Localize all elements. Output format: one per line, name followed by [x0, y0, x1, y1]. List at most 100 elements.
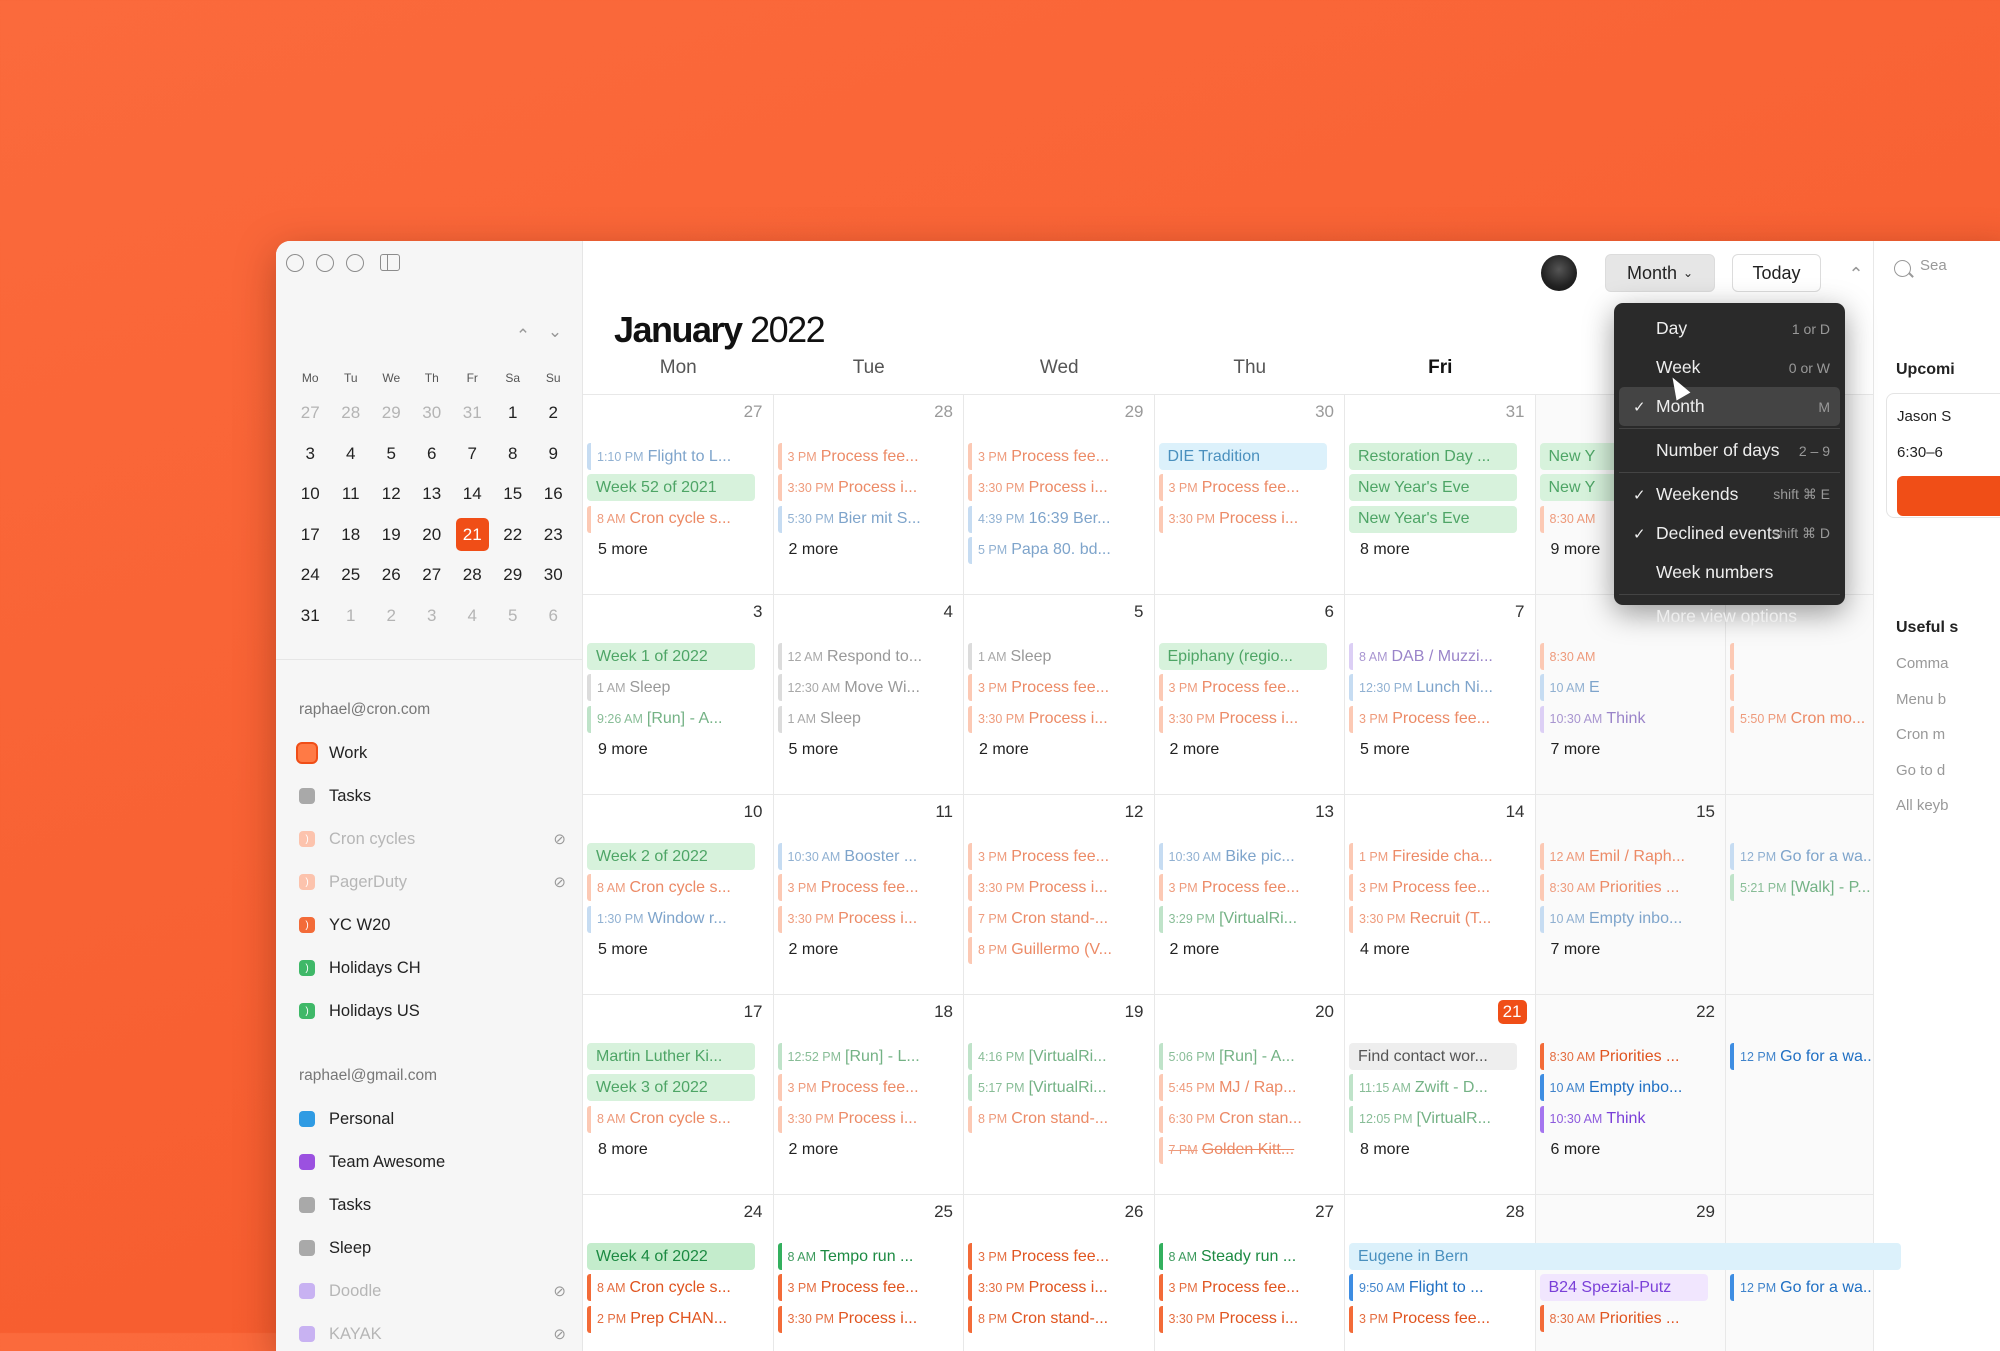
event-chip[interactable]: Week 2 of 2022 — [587, 843, 755, 870]
day-cell[interactable]: 27 1:10 PM Flight to L... Week 52 of 2021 8 … — [583, 395, 774, 594]
day-cell[interactable]: 15 12 AM Emil / Raph... 8:30 AM Priorities .… — [1535, 795, 1726, 994]
sidebar-toggle-icon[interactable] — [380, 254, 400, 271]
day-cell[interactable]: 19 4:16 PM [VirtualRi... 5:17 PM [VirtualRi.… — [964, 995, 1155, 1194]
event-chip[interactable]: 1 AM Sleep — [777, 705, 946, 733]
event-chip[interactable]: 3 PM Process fee... — [1158, 1274, 1327, 1302]
event-chip[interactable]: 1 PM Fireside cha... — [1349, 843, 1517, 870]
event-chip[interactable]: 3:29 PM [VirtualRi... — [1158, 905, 1327, 933]
mini-cal-day[interactable]: 8 — [493, 434, 534, 475]
mini-cal-day[interactable]: 30 — [533, 555, 574, 596]
hidden-eye-icon[interactable]: ⊘ — [553, 1325, 566, 1343]
more-events-link[interactable]: 5 more — [1349, 741, 1535, 759]
menu-item-day[interactable]: Day 1 or D — [1619, 309, 1840, 348]
day-cell[interactable]: 27 8 AM Steady run ... 3 PM Process fee... 3:… — [1155, 1195, 1345, 1351]
event-chip[interactable]: Week 1 of 2022 — [587, 643, 755, 670]
event-chip[interactable]: 10 AM E — [1539, 674, 1708, 702]
mini-cal-day[interactable]: 1 — [493, 393, 534, 434]
day-cell[interactable]: 10 Week 2 of 2022 8 AM Cron cycle s... 1:30 … — [583, 795, 774, 994]
day-cell[interactable]: 18 12:52 PM [Run] - L... 3 PM Process fee...… — [774, 995, 964, 1194]
event-chip[interactable]: 3:30 PM Process i... — [1158, 1305, 1327, 1333]
mini-cal-day[interactable]: 7 — [452, 434, 493, 475]
event-chip[interactable]: 3:30 PM Process i... — [777, 905, 946, 933]
event-chip[interactable]: 3 PM Process fee... — [968, 1243, 1136, 1270]
mini-cal-prev-icon[interactable]: ⌃ — [512, 325, 534, 347]
day-cell[interactable]: 12 3 PM Process fee... 3:30 PM Process i... 7… — [964, 795, 1155, 994]
event-chip[interactable]: 9:50 AM Flight to ... — [1349, 1274, 1517, 1302]
event-chip[interactable]: Epiphany (regio... — [1158, 643, 1327, 670]
event-chip[interactable]: 3 PM Process fee... — [777, 443, 946, 470]
event-chip[interactable]: Eugene in Bern — [1349, 1243, 1901, 1270]
event-chip[interactable]: 8 PM Cron stand-... — [968, 1105, 1136, 1133]
upcoming-event-card[interactable]: Jason S 6:30–6 — [1886, 393, 2000, 518]
day-cell[interactable]: 20 5:06 PM [Run] - A... 5:45 PM MJ / Rap... 6… — [1155, 995, 1345, 1194]
event-chip[interactable]: 7 PM Golden Kitt... — [1158, 1136, 1327, 1164]
event-chip[interactable]: 3 PM Process fee... — [1158, 674, 1327, 702]
event-chip[interactable]: 8 AM Cron cycle s... — [587, 1274, 755, 1302]
hidden-eye-icon[interactable]: ⊘ — [553, 1282, 566, 1300]
event-chip[interactable]: 10:30 AM Bike pic... — [1158, 843, 1327, 870]
mini-cal-day[interactable]: 17 — [290, 515, 331, 556]
today-button[interactable]: Today — [1732, 254, 1821, 292]
day-cell[interactable]: 4 12 AM Respond to... 12:30 AM Move Wi... 1 A… — [774, 595, 964, 794]
day-cell[interactable]: 6 Epiphany (regio... 3 PM Process fee... 3:3… — [1155, 595, 1345, 794]
day-cell[interactable]: 24 Week 4 of 2022 8 AM Cron cycle s... 2 PM P… — [583, 1195, 774, 1351]
day-cell[interactable]: 28 3 PM Process fee... 3:30 PM Process i... 5… — [774, 395, 964, 594]
mini-cal-day[interactable]: 14 — [452, 474, 493, 515]
calendar-item[interactable]: Work — [296, 738, 566, 768]
calendar-item[interactable]: ) PagerDuty ⊘ — [296, 867, 566, 897]
mini-cal-day[interactable]: 6 — [533, 596, 574, 637]
more-events-link[interactable]: 7 more — [1540, 741, 1726, 759]
mini-cal-day[interactable]: 5 — [371, 434, 412, 475]
menu-item-week[interactable]: Week 0 or W — [1619, 348, 1840, 387]
mini-cal-day[interactable]: 11 — [331, 474, 372, 515]
calendar-item[interactable]: Tasks — [296, 1190, 566, 1220]
mini-cal-day[interactable]: 2 — [533, 393, 574, 434]
menu-item-weekends[interactable]: ✓ Weekends shift ⌘ E — [1619, 475, 1840, 514]
event-chip[interactable]: 12:05 PM [VirtualR... — [1349, 1105, 1517, 1133]
calendar-color-swatch[interactable] — [299, 1283, 315, 1299]
mini-cal-day[interactable]: 6 — [412, 434, 453, 475]
event-chip[interactable]: 8 AM Cron cycle s... — [587, 505, 755, 533]
day-cell[interactable]: 51 AM Sleep 3 PM Process fee... 3:30 PM Proce… — [964, 595, 1155, 794]
event-chip[interactable]: 1:10 PM Flight to L... — [587, 443, 755, 470]
day-cell[interactable]: 17 Martin Luther Ki... Week 3 of 2022 8 AM C… — [583, 995, 774, 1194]
calendar-color-swatch[interactable] — [299, 1197, 315, 1213]
mini-cal-day[interactable]: 27 — [290, 393, 331, 434]
event-chip[interactable]: 3 PM Process fee... — [1158, 474, 1327, 502]
event-chip[interactable]: 10 AM Empty inbo... — [1539, 905, 1708, 933]
event-chip[interactable]: New Year's Eve — [1349, 505, 1517, 533]
mini-cal-day[interactable]: 23 — [533, 515, 574, 556]
day-cell[interactable]: 31 Restoration Day ... New Year's Eve New Y… — [1345, 395, 1536, 594]
event-chip[interactable]: 3 PM Process fee... — [777, 1274, 946, 1302]
event-chip[interactable]: 8 AM Cron cycle s... — [587, 874, 755, 902]
event-chip[interactable]: 10:30 AM Think — [1539, 705, 1708, 733]
event-chip[interactable]: 3 PM Process fee... — [968, 443, 1136, 470]
event-chip[interactable]: Week 4 of 2022 — [587, 1243, 755, 1270]
day-cell[interactable]: 21 Find contact wor... 11:15 AM Zwift - D..… — [1345, 995, 1536, 1194]
event-chip[interactable]: Week 3 of 2022 — [587, 1074, 755, 1102]
event-chip[interactable]: 12:30 AM Move Wi... — [777, 674, 946, 702]
mini-cal-day[interactable]: 20 — [412, 515, 453, 556]
event-chip[interactable]: 8:30 AM Priorities ... — [1539, 1305, 1708, 1333]
event-chip[interactable]: B24 Spezial-Putz — [1539, 1274, 1708, 1301]
event-chip[interactable]: 3 PM Process fee... — [1349, 705, 1517, 733]
close-window-button[interactable] — [286, 254, 304, 272]
event-chip[interactable]: 5:06 PM [Run] - A... — [1158, 1043, 1327, 1070]
event-chip[interactable]: 5 PM Papa 80. bd... — [968, 536, 1136, 564]
calendar-item[interactable]: ) Cron cycles ⊘ — [296, 824, 566, 854]
hidden-eye-icon[interactable]: ⊘ — [553, 873, 566, 891]
mini-cal-day[interactable]: 16 — [533, 474, 574, 515]
mini-cal-day[interactable]: 10 — [290, 474, 331, 515]
menu-item-more-view-options[interactable]: More view options — [1619, 597, 1840, 636]
useful-link[interactable]: Cron m — [1896, 726, 1945, 743]
event-chip[interactable]: 3 PM Process fee... — [1349, 874, 1517, 902]
event-chip[interactable]: 8:30 AM Priorities ... — [1539, 874, 1708, 902]
more-events-link[interactable]: 2 more — [778, 941, 964, 959]
event-chip[interactable]: 11:15 AM Zwift - D... — [1349, 1074, 1517, 1102]
mini-cal-day[interactable]: 19 — [371, 515, 412, 556]
mini-cal-day[interactable]: 4 — [331, 434, 372, 475]
calendar-item[interactable]: Doodle ⊘ — [296, 1276, 566, 1306]
useful-link[interactable]: Menu b — [1896, 691, 1946, 708]
day-cell[interactable]: 26 3 PM Process fee... 3:30 PM Process i... 8… — [964, 1195, 1155, 1351]
event-chip[interactable]: 5:45 PM MJ / Rap... — [1158, 1074, 1327, 1102]
